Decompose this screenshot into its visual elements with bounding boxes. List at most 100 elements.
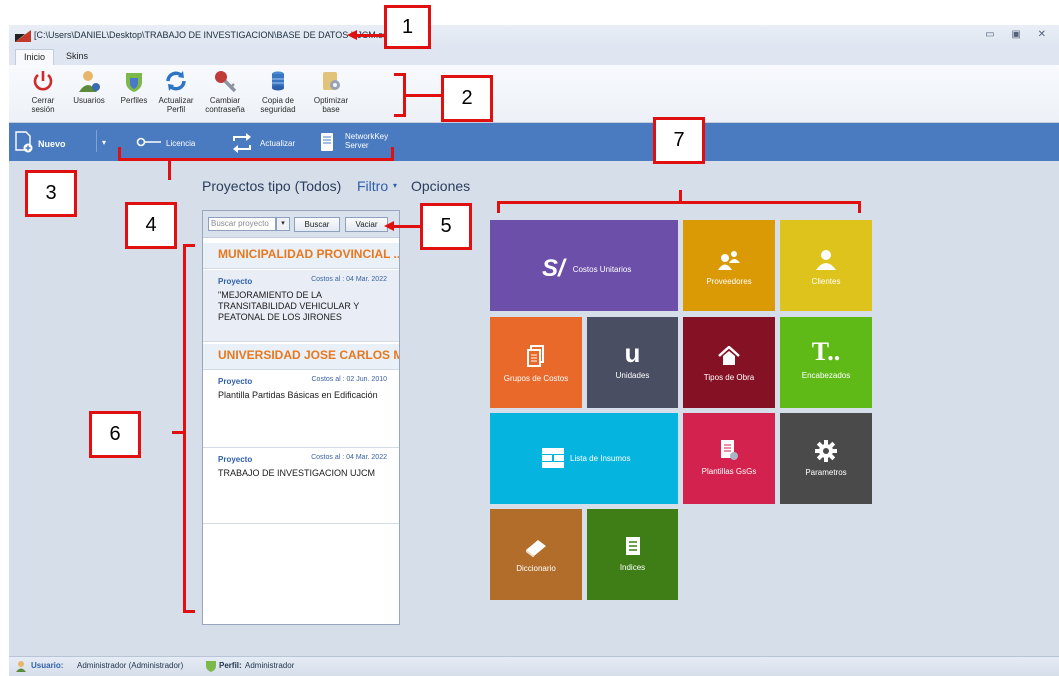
cost-groups-icon [527,345,544,367]
tile-grupos-de-costos[interactable]: Grupos de Costos [490,317,582,408]
new-button-label[interactable]: Nuevo [38,139,66,149]
filter-menu[interactable]: Filtro [357,178,388,194]
tile-label: Costos Unitarios [572,264,632,274]
clear-button[interactable]: Vaciar [345,217,388,232]
search-project-input[interactable]: Buscar proyecto [208,217,276,231]
callout-7: 7 [653,117,705,164]
new-dropdown-arrow-icon[interactable]: ▾ [102,138,106,147]
search-button[interactable]: Buscar [294,217,340,232]
users-label: Usuarios [73,96,105,105]
callout-4-bracket-left [118,147,121,161]
project-cost-date: Costos al : 04 Mar. 2022 [311,276,387,283]
logout-label: Cerrar sesión [31,96,55,114]
update-arrows-icon [233,133,251,153]
callout-1-arrow [355,34,384,37]
callout-2: 2 [441,75,493,122]
tab-skins[interactable]: Skins [58,49,96,65]
profile-icon [206,661,216,672]
tile-plantillas-gsgs[interactable]: Plantillas GsGs [683,413,775,504]
update-button[interactable]: Actualizar [260,139,295,148]
change-password-label: Cambiar contraseña [205,96,245,114]
backup-button[interactable]: Copia de seguridad [252,68,304,114]
callout-6-bracket-top [183,244,195,247]
callout-7-bracket-left [497,201,500,213]
tile-indices[interactable]: Indices [587,509,678,600]
refresh-icon [166,71,186,91]
tile-label: Indices [619,563,646,572]
callout-6-line [172,431,184,434]
refresh-profile-label: Actualizar Perfil [158,96,194,114]
home-icon [718,346,740,365]
optimize-label: Optimizar base [313,96,349,114]
tile-diccionario[interactable]: Diccionario [490,509,582,600]
search-dropdown-icon[interactable]: ▾ [276,217,290,231]
tile-encabezados[interactable]: T.. Encabezados [780,317,872,408]
project-title: TRABAJO DE INVESTIGACION UJCM [218,468,376,478]
optimize-button[interactable]: Optimizar base [305,68,357,114]
project-cost-date: Costos al : 02 Jun. 2010 [311,376,388,383]
profiles-icon [126,73,142,92]
callout-6-bracket-bottom [183,610,195,613]
suppliers-icon [718,251,740,270]
project-item[interactable]: Proyecto Costos al : 02 Jun. 2010 Planti… [203,370,399,448]
project-group-header[interactable]: MUNICIPALIDAD PROVINCIAL ... [203,243,399,269]
tab-inicio[interactable]: Inicio [15,49,55,65]
project-title: "MEJORAMIENTO DE LA TRANSITABILIDAD VEHI… [218,290,360,322]
tile-label: Tipos de Obra [703,373,755,382]
license-key-icon [136,137,161,147]
toolbar-divider [96,130,97,152]
tile-label: Parametros [805,468,847,477]
options-menu[interactable]: Opciones [411,178,470,194]
callout-7-bracket-right [858,201,861,213]
profile-label: Perfil: [219,661,242,670]
callout-1: 1 [384,5,431,49]
project-type-label: Proyecto [218,277,253,286]
tile-proveedores[interactable]: Proveedores [683,220,775,311]
project-item[interactable]: Proyecto Costos al : 04 Mar. 2022 "MEJOR… [203,270,399,342]
callout-2-bracket-top [394,73,404,76]
database-icon [272,71,284,91]
filter-dropdown-icon[interactable]: ▾ [393,181,397,190]
ribbon-tab-strip [9,47,1059,65]
app-logo-icon [15,30,31,42]
project-title: Plantilla Partidas Básicas en Edificació… [218,390,378,400]
new-document-icon [15,131,33,153]
callout-1-arrowhead [347,30,357,40]
tile-clientes[interactable]: Clientes [780,220,872,311]
window-controls[interactable]: ▭ ▣ ✕ [985,29,1053,40]
projects-filter-title: Proyectos tipo (Todos) [202,178,342,194]
callout-5-arrow [393,225,420,228]
callout-5-arrowhead [384,221,394,231]
callout-4-bracket-right [391,147,394,161]
change-password-button[interactable]: Cambiar contraseña [199,68,251,114]
callout-4-line [168,161,171,180]
callout-2-line [406,94,441,97]
user-value: Administrador (Administrador) [77,661,184,670]
refresh-profile-button[interactable]: Actualizar Perfil [150,68,202,114]
index-document-icon [625,537,640,555]
templates-icon [721,440,738,460]
backup-label: Copia de seguridad [260,96,296,114]
gear-icon [815,440,837,462]
project-group-header[interactable]: UNIVERSIDAD JOSE CARLOS M... [203,344,399,370]
tile-parametros[interactable]: Parametros [780,413,872,504]
inputs-list-icon [542,448,564,468]
tile-unidades[interactable]: u Unidades [587,317,678,408]
tile-label: Clientes [811,277,841,286]
headers-icon: T.. [811,337,841,366]
project-type-label: Proyecto [218,455,253,464]
profile-value: Administrador [245,661,295,670]
tile-costos-unitarios[interactable]: S/ Costos Unitarios [490,220,678,311]
tile-label: Diccionario [516,564,556,573]
status-bar: Usuario: Administrador (Administrador) P… [9,656,1059,676]
tile-lista-de-insumos[interactable]: Lista de Insumos [490,413,678,504]
profiles-label: Perfiles [120,96,148,105]
callout-3: 3 [25,170,77,217]
license-button[interactable]: Licencia [166,139,195,148]
networkkey-server-button[interactable]: NetworkKey Server [345,132,388,150]
callout-2-bracket-bottom [394,114,404,117]
callout-7-bracket [497,201,861,204]
tile-tipos-de-obra[interactable]: Tipos de Obra [683,317,775,408]
project-item[interactable]: Proyecto Costos al : 04 Mar. 2022 TRABAJ… [203,448,399,524]
logout-button[interactable]: Cerrar sesión [17,68,69,114]
